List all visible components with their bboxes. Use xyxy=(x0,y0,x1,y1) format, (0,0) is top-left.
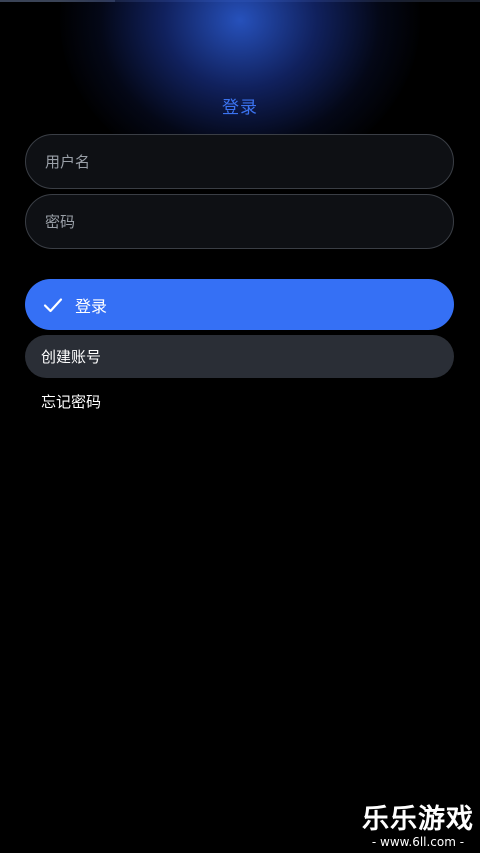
username-field[interactable] xyxy=(25,134,454,189)
forgot-password-link[interactable]: 忘记密码 xyxy=(41,391,101,412)
login-screen: 登录 登录 创建账号 忘记密码 乐乐游戏 - www.6ll.com - xyxy=(0,0,480,853)
watermark-sub-text: - www.6ll.com - xyxy=(371,835,465,849)
watermark-logo: 乐乐游戏 - www.6ll.com - xyxy=(360,804,476,850)
page-title: 登录 xyxy=(222,98,258,118)
login-button[interactable]: 登录 xyxy=(25,279,454,330)
top-progress-bar-fill xyxy=(0,0,115,2)
create-account-button[interactable]: 创建账号 xyxy=(25,335,454,378)
username-input[interactable] xyxy=(43,151,436,172)
watermark-main-text: 乐乐游戏 xyxy=(362,804,474,835)
login-button-label: 登录 xyxy=(75,296,108,316)
top-progress-bar xyxy=(0,0,480,2)
password-input[interactable] xyxy=(43,211,436,232)
password-field[interactable] xyxy=(25,194,454,249)
check-icon xyxy=(43,295,63,315)
create-account-label: 创建账号 xyxy=(41,348,102,366)
